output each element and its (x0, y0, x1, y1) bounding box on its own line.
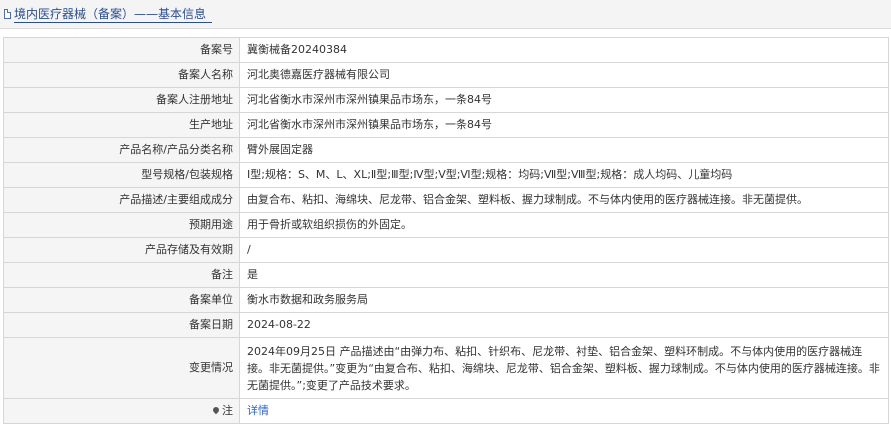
row-label: 备案单位 (3, 287, 240, 313)
row-label: 生产地址 (3, 112, 240, 138)
row-label: 变更情况 (3, 337, 240, 399)
row-label: 产品存储及有效期 (3, 237, 240, 263)
table-row: 预期用途 用于骨折或软组织损伤的外固定。 (3, 212, 889, 238)
table-row: 备案人注册地址 河北省衡水市深州市深州镇果品市场东，一条84号 (3, 87, 889, 113)
row-label: 备案人名称 (3, 62, 240, 88)
note-label: 注 (222, 404, 233, 417)
table-row: 产品名称/产品分类名称 臂外展固定器 (3, 137, 889, 163)
note-label-cell: 注 (3, 398, 240, 424)
row-label: 备案人注册地址 (3, 87, 240, 113)
row-value: 2024年09月25日 产品描述由“由弹力布、粘扣、针织布、尼龙带、衬垫、铝合金… (239, 337, 889, 399)
row-value: 是 (239, 262, 889, 288)
table-row: 备案日期 2024-08-22 (3, 312, 889, 338)
row-value: 河北奥德嘉医疗器械有限公司 (239, 62, 889, 88)
row-label: 备案号 (3, 37, 240, 63)
table-row-note: 注 详情 (3, 398, 889, 424)
details-link[interactable]: 详情 (247, 404, 269, 417)
table-row: 产品存储及有效期 / (3, 237, 889, 263)
row-value: 衡水市数据和政务服务局 (239, 287, 889, 313)
table-row: 备案单位 衡水市数据和政务服务局 (3, 287, 889, 313)
table-row: 备案人名称 河北奥德嘉医疗器械有限公司 (3, 62, 889, 88)
table-row: 变更情况 2024年09月25日 产品描述由“由弹力布、粘扣、针织布、尼龙带、衬… (3, 337, 889, 399)
row-value: 河北省衡水市深州市深州镇果品市场东，一条84号 (239, 112, 889, 138)
row-value: / (239, 237, 889, 263)
table-row: 产品描述/主要组成成分 由复合布、粘扣、海绵块、尼龙带、铝合金架、塑料板、握力球… (3, 187, 889, 213)
row-value: 2024-08-22 (239, 312, 889, 338)
info-table: 备案号 冀衡械备20240384 备案人名称 河北奥德嘉医疗器械有限公司 备案人… (3, 37, 889, 424)
row-label: 型号规格/包装规格 (3, 162, 240, 188)
title-bar: 境内医疗器械（备案）——基本信息 (0, 0, 891, 29)
row-value: 河北省衡水市深州市深州镇果品市场东，一条84号 (239, 87, 889, 113)
row-label: 产品描述/主要组成成分 (3, 187, 240, 213)
table-row: 型号规格/包装规格 Ⅰ型;规格：S、M、L、XL;Ⅱ型;Ⅲ型;Ⅳ型;Ⅴ型;Ⅵ型;… (3, 162, 889, 188)
table-row: 备注 是 (3, 262, 889, 288)
row-label: 备注 (3, 262, 240, 288)
row-value: 由复合布、粘扣、海绵块、尼龙带、铝合金架、塑料板、握力球制成。不与体内使用的医疗… (239, 187, 889, 213)
row-value: 冀衡械备20240384 (239, 37, 889, 63)
row-value: Ⅰ型;规格：S、M、L、XL;Ⅱ型;Ⅲ型;Ⅳ型;Ⅴ型;Ⅵ型;规格：均码;Ⅶ型;Ⅷ… (239, 162, 889, 188)
note-value-cell: 详情 (239, 398, 889, 424)
row-label: 备案日期 (3, 312, 240, 338)
title-underline (14, 22, 212, 23)
row-value: 臂外展固定器 (239, 137, 889, 163)
row-value: 用于骨折或软组织损伤的外固定。 (239, 212, 889, 238)
page-title: 境内医疗器械（备案）——基本信息 (14, 7, 207, 21)
row-label: 产品名称/产品分类名称 (3, 137, 240, 163)
table-row: 生产地址 河北省衡水市深州市深州镇果品市场东，一条84号 (3, 112, 889, 138)
pin-icon (211, 405, 221, 415)
document-icon (4, 9, 11, 19)
table-row: 备案号 冀衡械备20240384 (3, 37, 889, 63)
row-label: 预期用途 (3, 212, 240, 238)
